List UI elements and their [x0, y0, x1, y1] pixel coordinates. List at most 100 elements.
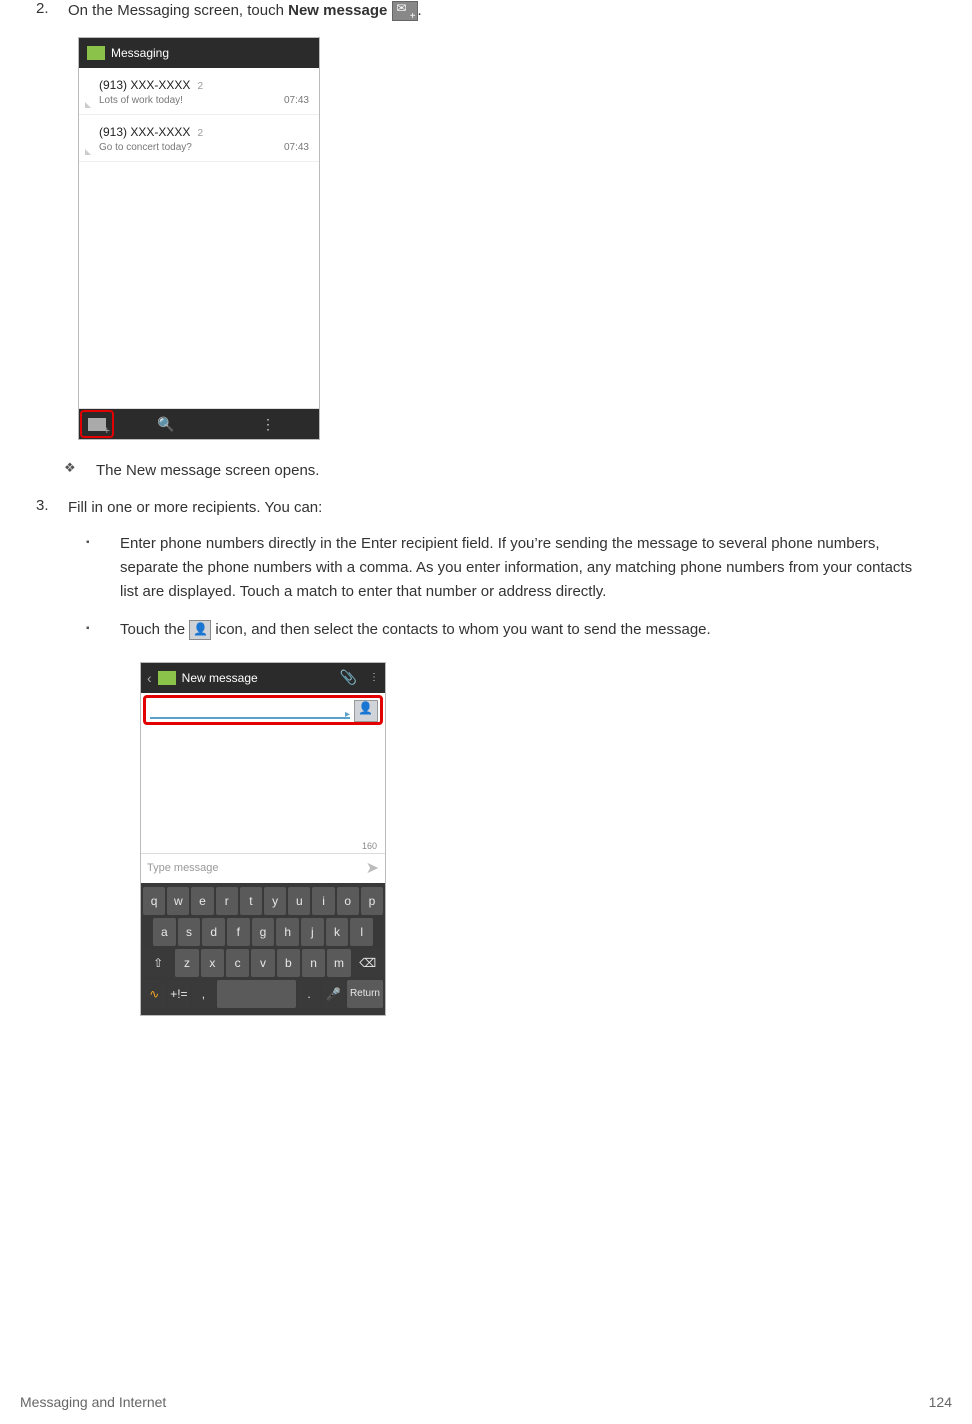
key-space[interactable]	[217, 980, 296, 1008]
thread-number: (913) XXX-XXXX	[99, 78, 190, 92]
thread-preview: Lots of work today!	[99, 95, 284, 106]
messaging-app-icon	[158, 671, 176, 685]
overflow-menu-button[interactable]: ⋮	[217, 409, 319, 439]
keyboard: q w e r t y u i o p a s d f g h j k l ⇧ …	[141, 883, 385, 1015]
key-c[interactable]: c	[226, 949, 249, 977]
key-i[interactable]: i	[312, 887, 334, 915]
thread-row: (913) XXX-XXXX 2 Go to concert today? 07…	[79, 115, 319, 162]
contact-picker-icon	[189, 620, 211, 640]
sub1-text: Enter phone numbers directly in the Ente…	[120, 532, 952, 604]
new-message-envelope-icon	[88, 418, 106, 431]
back-icon[interactable]: ‹	[147, 670, 152, 686]
key-p[interactable]: p	[361, 887, 383, 915]
step-number: 2.	[20, 0, 68, 21]
key-o[interactable]: o	[337, 887, 359, 915]
contact-picker-button[interactable]	[354, 700, 378, 722]
send-button[interactable]: ➤	[366, 858, 379, 878]
thread-arrow-icon	[85, 149, 91, 155]
messaging-list-screenshot: Messaging (913) XXX-XXXX 2 Lots of work …	[78, 37, 320, 440]
key-k[interactable]: k	[326, 918, 349, 946]
sub-bullet-2: ▪ Touch the icon, and then select the co…	[78, 618, 952, 642]
thread-count: 2	[198, 81, 204, 92]
key-u[interactable]: u	[288, 887, 310, 915]
step-3: 3. Fill in one or more recipients. You c…	[20, 497, 952, 518]
result-bullet: ❖ The New message screen opens.	[60, 460, 952, 483]
thread-time: 07:43	[284, 142, 309, 153]
key-g[interactable]: g	[252, 918, 275, 946]
key-z[interactable]: z	[175, 949, 198, 977]
key-f[interactable]: f	[227, 918, 250, 946]
thread-info: (913) XXX-XXXX 2 Lots of work today!	[99, 76, 284, 106]
ss1-title: Messaging	[111, 46, 169, 60]
key-d[interactable]: d	[202, 918, 225, 946]
key-shift[interactable]: ⇧	[143, 949, 173, 977]
step2-pre: On the Messaging screen, touch	[68, 2, 288, 19]
result-text: The New message screen opens.	[96, 460, 952, 483]
sub2-text: Touch the icon, and then select the cont…	[120, 618, 952, 642]
recipient-field-highlighted	[143, 695, 383, 725]
key-row-1: q w e r t y u i o p	[143, 887, 383, 915]
ss1-header: Messaging	[79, 38, 319, 68]
overflow-menu-icon[interactable]: ⋮	[369, 675, 379, 680]
key-m[interactable]: m	[327, 949, 350, 977]
new-message-icon	[392, 1, 418, 21]
recipient-input[interactable]	[150, 707, 350, 719]
key-e[interactable]: e	[191, 887, 213, 915]
messaging-app-icon	[87, 46, 105, 60]
ss2-header: ‹ New message 📎 ⋮	[141, 663, 385, 693]
key-symbols[interactable]: +!=	[168, 980, 191, 1008]
key-v[interactable]: v	[251, 949, 274, 977]
attachment-icon[interactable]: 📎	[340, 669, 357, 686]
thread-arrow-icon	[85, 102, 91, 108]
key-a[interactable]: a	[153, 918, 176, 946]
key-y[interactable]: y	[264, 887, 286, 915]
key-comma[interactable]: ,	[192, 980, 215, 1008]
thread-row: (913) XXX-XXXX 2 Lots of work today! 07:…	[79, 68, 319, 115]
thread-number: (913) XXX-XXXX	[99, 125, 190, 139]
message-input-row: Type message ➤	[141, 853, 385, 883]
key-period[interactable]: .	[298, 980, 321, 1008]
thread-info: (913) XXX-XXXX 2 Go to concert today?	[99, 123, 284, 153]
key-q[interactable]: q	[143, 887, 165, 915]
footer-page: 124	[929, 1394, 952, 1410]
key-backspace[interactable]: ⌫	[353, 949, 383, 977]
step2-bold: New message	[288, 2, 387, 19]
key-s[interactable]: s	[178, 918, 201, 946]
step-text: On the Messaging screen, touch New messa…	[68, 0, 952, 21]
key-voice[interactable]: 🎤	[322, 980, 345, 1008]
thread-count: 2	[198, 128, 204, 139]
sub2-pre: Touch the	[120, 621, 189, 638]
message-input[interactable]: Type message	[147, 862, 366, 874]
page-footer: Messaging and Internet 124	[20, 1394, 952, 1410]
key-n[interactable]: n	[302, 949, 325, 977]
new-message-button[interactable]	[80, 410, 114, 438]
key-h[interactable]: h	[276, 918, 299, 946]
sub2-post: icon, and then select the contacts to wh…	[211, 621, 710, 638]
key-b[interactable]: b	[277, 949, 300, 977]
key-x[interactable]: x	[201, 949, 224, 977]
footer-section: Messaging and Internet	[20, 1394, 166, 1410]
step-text: Fill in one or more recipients. You can:	[68, 497, 952, 518]
square-bullet-icon: ▪	[78, 618, 120, 642]
key-r[interactable]: r	[216, 887, 238, 915]
key-j[interactable]: j	[301, 918, 324, 946]
key-row-2: a s d f g h j k l	[143, 918, 383, 946]
key-return[interactable]: Return	[347, 980, 383, 1008]
ss1-footer: 🔍 ⋮	[79, 409, 319, 439]
thread-preview: Go to concert today?	[99, 142, 284, 153]
key-w[interactable]: w	[167, 887, 189, 915]
square-bullet-icon: ▪	[78, 532, 120, 604]
key-swype[interactable]: ∿	[143, 980, 166, 1008]
key-row-4: ∿ +!= , . 🎤 Return	[143, 980, 383, 1008]
step-2: 2. On the Messaging screen, touch New me…	[20, 0, 952, 21]
thread-time: 07:43	[284, 95, 309, 106]
key-t[interactable]: t	[240, 887, 262, 915]
new-message-screenshot: ‹ New message 📎 ⋮ 160 Type message ➤ q w…	[140, 662, 386, 1016]
key-l[interactable]: l	[350, 918, 373, 946]
step-number: 3.	[20, 497, 68, 518]
diamond-bullet-icon: ❖	[60, 460, 96, 483]
sub-bullet-1: ▪ Enter phone numbers directly in the En…	[78, 532, 952, 604]
ss1-body: (913) XXX-XXXX 2 Lots of work today! 07:…	[79, 68, 319, 408]
search-button[interactable]: 🔍	[115, 409, 217, 439]
ss2-title: New message	[182, 671, 334, 685]
